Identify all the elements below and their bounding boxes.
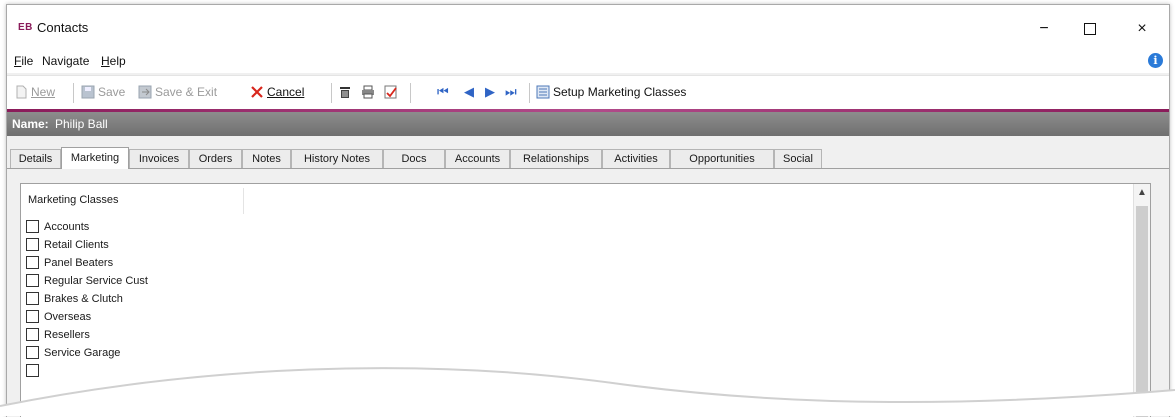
list-item[interactable]: Regular Service Cust <box>26 274 148 292</box>
name-value: Philip Ball <box>55 117 108 131</box>
first-record-icon[interactable]: ⏮ <box>437 84 449 100</box>
setup-marketing-classes-label: Setup Marketing Classes <box>553 85 687 99</box>
close-button[interactable]: × <box>1119 13 1165 45</box>
list-item[interactable]: Retail Clients <box>26 238 109 256</box>
list-item[interactable]: Overseas <box>26 310 91 328</box>
marketing-class-label: Panel Beaters <box>44 257 114 269</box>
tab-history-notes[interactable]: History Notes <box>291 149 383 168</box>
new-button-label: New <box>31 85 56 99</box>
menu-help-rest: elp <box>109 54 126 68</box>
trash-icon <box>340 87 350 98</box>
spellcheck-button[interactable] <box>384 85 401 99</box>
window-title: Contacts <box>37 20 89 35</box>
toolbar: New Save Save & Exit Cancel ⏮ ◀ ▶ ⏭ Setu… <box>7 75 1169 110</box>
menu-file[interactable]: File <box>14 54 33 68</box>
checkbox[interactable] <box>26 292 39 305</box>
app-logo: EB <box>18 22 33 33</box>
tab-activities[interactable]: Activities <box>602 149 670 168</box>
menu-help[interactable]: Help <box>101 54 126 68</box>
checkbox[interactable] <box>26 310 39 323</box>
cancel-button-label: Cancel <box>267 85 305 99</box>
tab-strip: Details Marketing Invoices Orders Notes … <box>7 147 1169 169</box>
marketing-class-label: Retail Clients <box>44 239 109 251</box>
next-record-icon[interactable]: ▶ <box>485 84 495 100</box>
printer-icon <box>362 85 374 99</box>
tab-baseline <box>7 168 1169 169</box>
list-item[interactable]: Resellers <box>26 328 90 346</box>
toolbar-separator <box>331 83 332 103</box>
toolbar-separator <box>73 83 74 103</box>
menu-navigate[interactable]: Navigate <box>42 54 89 68</box>
marketing-class-label: Accounts <box>44 221 90 233</box>
record-name-bar: Name: Philip Ball <box>7 112 1169 136</box>
marketing-class-label: Regular Service Cust <box>44 275 148 287</box>
minimize-button[interactable]: − <box>1021 13 1067 45</box>
menu-file-rest: ile <box>21 54 34 68</box>
column-divider[interactable] <box>243 188 244 214</box>
setup-marketing-classes-button[interactable]: Setup Marketing Classes <box>536 85 686 99</box>
list-item[interactable]: Accounts <box>26 220 89 238</box>
tab-accounts[interactable]: Accounts <box>445 149 510 168</box>
list-item[interactable]: Panel Beaters <box>26 256 113 274</box>
save-button-label: Save <box>98 85 126 99</box>
list-header: Marketing Classes <box>28 194 119 206</box>
cancel-button[interactable]: Cancel <box>250 85 304 99</box>
checkbox[interactable] <box>26 220 39 233</box>
tab-orders[interactable]: Orders <box>189 149 242 168</box>
list-item[interactable]: Brakes & Clutch <box>26 292 123 310</box>
save-exit-button[interactable]: Save & Exit <box>138 85 217 99</box>
tab-social[interactable]: Social <box>774 149 822 168</box>
marketing-class-label: Brakes & Clutch <box>44 293 123 305</box>
name-label: Name: <box>12 117 49 131</box>
marketing-class-label: Overseas <box>44 311 92 323</box>
tab-opportunities[interactable]: Opportunities <box>670 149 774 168</box>
tab-notes[interactable]: Notes <box>242 149 291 168</box>
save-exit-icon <box>138 85 152 99</box>
checkbox[interactable] <box>26 238 39 251</box>
torn-edge-decoration <box>0 367 1175 416</box>
menu-help-accel: H <box>101 54 110 68</box>
last-record-icon[interactable]: ⏭ <box>505 84 517 100</box>
cancel-icon <box>251 86 263 98</box>
title-bar: EB Contacts − × <box>7 5 1169 49</box>
spellcheck-icon <box>384 85 397 99</box>
checkbox[interactable] <box>26 256 39 269</box>
tab-relationships[interactable]: Relationships <box>510 149 602 168</box>
scroll-up-icon[interactable]: ▲ <box>1134 186 1150 200</box>
info-icon[interactable]: i <box>1148 53 1163 68</box>
save-icon <box>81 85 95 99</box>
save-button[interactable]: Save <box>81 85 125 99</box>
print-button[interactable] <box>361 85 378 99</box>
menu-bar: File Navigate Help i <box>7 49 1169 73</box>
save-exit-button-label: Save & Exit <box>155 85 218 99</box>
tab-marketing[interactable]: Marketing <box>61 147 129 169</box>
maximize-button[interactable] <box>1067 13 1113 45</box>
previous-record-icon[interactable]: ◀ <box>464 84 474 100</box>
delete-button[interactable] <box>338 85 355 99</box>
tab-details[interactable]: Details <box>10 149 61 168</box>
marketing-class-label: Resellers <box>44 329 90 341</box>
toolbar-separator <box>410 83 411 103</box>
menu-navigate-label: Navigate <box>42 54 90 68</box>
checkbox[interactable] <box>26 274 39 287</box>
new-document-icon <box>16 85 27 99</box>
tab-invoices[interactable]: Invoices <box>129 149 189 168</box>
toolbar-separator <box>529 83 530 103</box>
tab-docs[interactable]: Docs <box>383 149 445 168</box>
checkbox[interactable] <box>26 328 39 341</box>
maximize-icon <box>1084 22 1096 35</box>
new-button[interactable]: New <box>14 85 55 99</box>
setup-list-icon <box>536 85 550 99</box>
